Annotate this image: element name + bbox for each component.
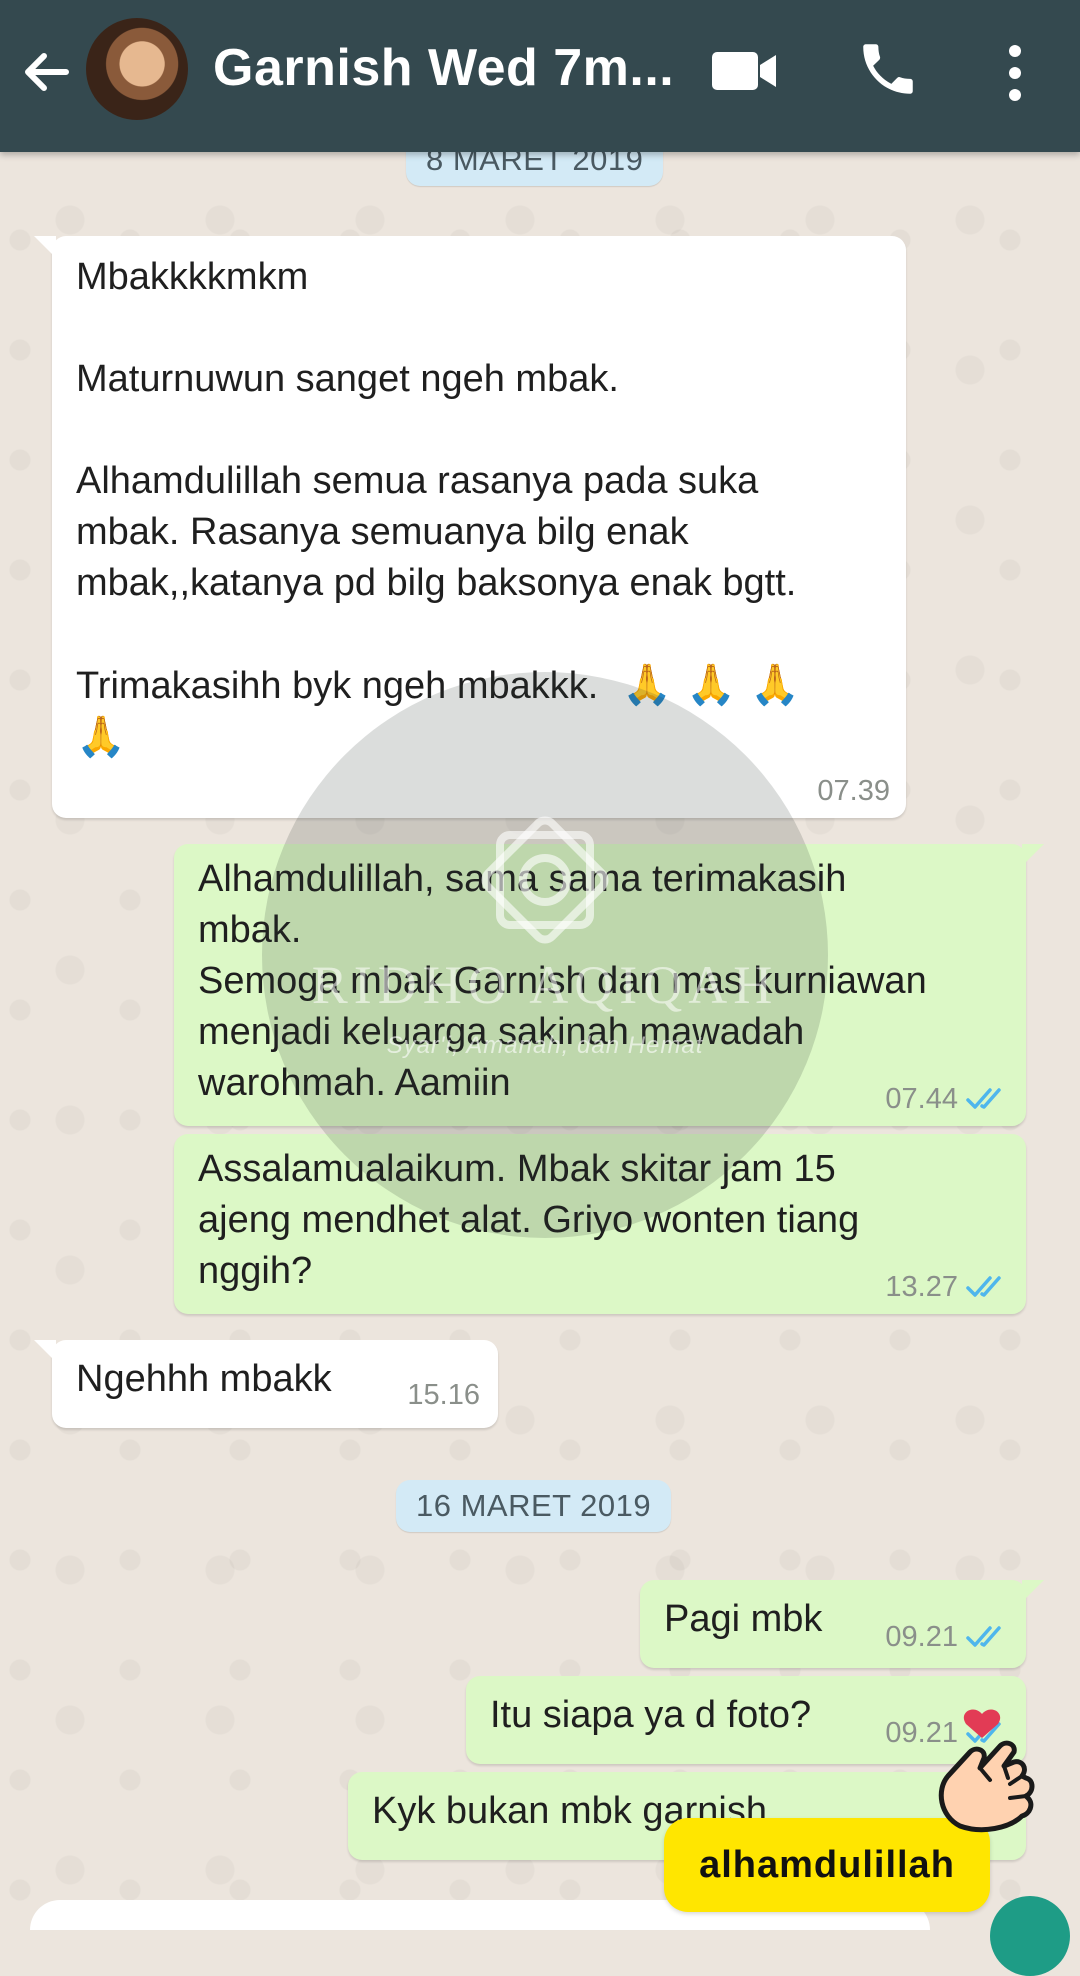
message-text: Assalamualaikum. Mbak skitar jam 15 xyxy=(198,1148,836,1190)
message-text: nggih? xyxy=(198,1250,313,1292)
message-outgoing[interactable]: Alhamdulillah, sama sama terimakasih mba… xyxy=(174,844,1044,1126)
message-time: 13.27 xyxy=(885,1271,958,1303)
contact-avatar[interactable] xyxy=(86,18,188,120)
message-time: 07.39 xyxy=(817,775,890,807)
finger-heart-hand-icon xyxy=(938,1709,1035,1833)
phone-icon[interactable] xyxy=(855,36,921,102)
message-text: Trimakasihh byk ngeh mbakkk. 🙏 🙏 🙏 xyxy=(76,660,884,712)
message-incoming[interactable]: Mbakkkkmkm Maturnuwun sanget ngeh mbak. … xyxy=(34,236,906,818)
message-text: mbak,,katanya pd bilg baksonya enak bgtt… xyxy=(76,562,797,604)
contact-name[interactable]: Garnish Wed 7m... xyxy=(213,38,673,98)
message-text: ajeng mendhet alat. Griyo wonten tiang xyxy=(198,1199,860,1241)
message-meta: 09.21 xyxy=(885,1622,1010,1652)
message-text: Mbakkkkmkm xyxy=(76,256,309,298)
message-text: Alhamdulillah semua rasanya pada suka xyxy=(76,460,759,502)
message-meta: 07.44 xyxy=(885,1084,1010,1114)
message-outgoing[interactable]: Assalamualaikum. Mbak skitar jam 15 ajen… xyxy=(174,1134,1026,1314)
read-ticks-icon xyxy=(966,1276,1001,1297)
more-vert-icon[interactable] xyxy=(1000,40,1030,106)
message-incoming[interactable]: Ngehhh mbakk 15.16 xyxy=(34,1340,498,1428)
date-divider: 16 MARET 2019 xyxy=(396,1480,672,1532)
back-arrow-icon[interactable] xyxy=(18,44,74,100)
folded-hands-emoji: 🙏 xyxy=(76,715,126,759)
message-time: 15.16 xyxy=(407,1379,480,1411)
message-meta: 07.39 xyxy=(817,776,890,806)
message-meta: 15.16 xyxy=(407,1380,480,1410)
message-time: 09.21 xyxy=(885,1621,958,1653)
sticker-text: alhamdulillah xyxy=(699,1843,955,1886)
message-outgoing[interactable]: Pagi mbk 09.21 xyxy=(640,1580,1044,1668)
read-ticks-icon xyxy=(966,1088,1001,1109)
message-text: mbak. Rasanya semuanya bilg enak xyxy=(76,511,689,553)
send-button[interactable] xyxy=(990,1896,1070,1976)
message-text: mbak. xyxy=(198,909,302,951)
read-ticks-icon xyxy=(966,1626,1001,1647)
folded-hands-emoji: 🙏 xyxy=(749,663,800,707)
message-text: Maturnuwun sanget ngeh mbak. xyxy=(76,358,619,400)
message-time: 07.44 xyxy=(885,1083,958,1115)
message-meta: 13.27 xyxy=(885,1272,1010,1302)
message-text: menjadi keluarga sakinah mawadah xyxy=(198,1011,805,1053)
folded-hands-emoji: 🙏 xyxy=(686,663,736,707)
chat-header: Garnish Wed 7m... xyxy=(0,0,1080,152)
video-call-icon[interactable] xyxy=(710,46,780,96)
message-text: warohmah. Aamiin xyxy=(198,1062,511,1104)
message-text: Semoga mbak Garnish dan mas kurniawan xyxy=(198,960,927,1002)
folded-hands-emoji: 🙏 xyxy=(622,663,673,707)
message-text: Alhamdulillah, sama sama terimakasih xyxy=(198,858,847,900)
message-text-last-line: Trimakasihh byk ngeh mbakkk. xyxy=(76,665,599,707)
